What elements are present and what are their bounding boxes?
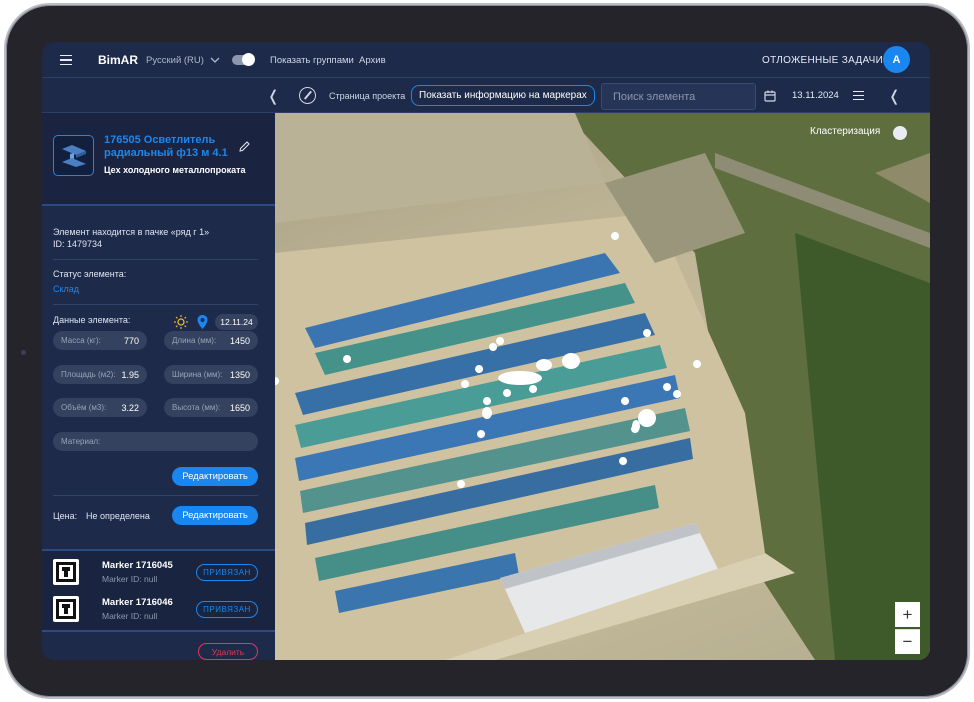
- height-label: Высота (мм):: [172, 403, 221, 412]
- volume-value: 3.22: [121, 402, 139, 413]
- width-label: Ширина (мм):: [172, 370, 223, 379]
- length-label: Длина (мм):: [172, 336, 217, 345]
- project-page-link[interactable]: Страница проекта: [329, 78, 405, 113]
- data-label: Данные элемента:: [53, 315, 131, 325]
- status-label: Статус элемента:: [53, 269, 127, 279]
- marker-bound-button[interactable]: ПРИВЯЗАН: [196, 601, 258, 618]
- toolbar: ❬ Страница проекта Показать информацию н…: [42, 78, 930, 113]
- mass-field[interactable]: Масса (кг): 770: [53, 331, 147, 350]
- camera-dot: [21, 350, 26, 355]
- width-field[interactable]: Ширина (мм): 1350: [164, 365, 258, 384]
- mass-label: Масса (кг):: [61, 336, 101, 345]
- hamburger-menu-icon[interactable]: [59, 42, 73, 78]
- steel-beam-icon: [53, 135, 94, 176]
- clustering-toggle[interactable]: [893, 126, 907, 140]
- brand-logo: BimAR: [98, 53, 139, 67]
- height-field[interactable]: Высота (мм): 1650: [164, 398, 258, 417]
- width-value: 1350: [229, 369, 250, 380]
- mass-value: 770: [123, 335, 139, 346]
- element-details-panel: 176505 Осветлитель радиальный ф13 м 4.1 …: [42, 113, 275, 660]
- volume-label: Объём (м3):: [61, 403, 107, 412]
- show-marker-info-button[interactable]: Показать информацию на маркерах: [411, 85, 595, 106]
- chevron-down-icon: [210, 57, 220, 63]
- language-label: Русский (RU): [146, 54, 204, 66]
- current-date[interactable]: 13.11.2024: [792, 78, 839, 113]
- zoom-in-button[interactable]: +: [895, 602, 920, 627]
- length-field[interactable]: Длина (мм): 1450: [164, 331, 258, 350]
- qr-marker-icon: [53, 559, 79, 585]
- location-text: Элемент находится в пачке «ряд г 1»: [53, 227, 210, 237]
- avatar[interactable]: A: [883, 46, 910, 73]
- top-bar: BimAR Русский (RU) Показать группами Арх…: [42, 42, 930, 78]
- edit-data-button[interactable]: Редактировать: [172, 467, 258, 486]
- language-select[interactable]: Русский (RU): [146, 42, 220, 78]
- length-value: 1450: [229, 335, 250, 346]
- chevron-left-icon[interactable]: ❬: [267, 78, 280, 113]
- markers-list: Marker 1716045 Marker ID: null ПРИВЯЗАН …: [42, 549, 275, 632]
- deferred-tasks-link[interactable]: ОТЛОЖЕННЫЕ ЗАДАЧИ: [762, 42, 883, 78]
- status-value[interactable]: Склад: [53, 284, 79, 294]
- compass-icon[interactable]: [299, 87, 316, 104]
- marker-name: Marker 1716045: [102, 560, 173, 571]
- clustering-label: Кластеризация: [810, 126, 881, 137]
- area-label: Площадь (м2):: [61, 370, 116, 379]
- element-workshop: Цех холодного металлопроката: [104, 165, 246, 175]
- app-screen: BimAR Русский (RU) Показать группами Арх…: [42, 42, 930, 660]
- divider: [53, 495, 258, 496]
- marker-name: Marker 1716046: [102, 597, 173, 608]
- pencil-icon[interactable]: [239, 139, 250, 157]
- calendar-icon[interactable]: [764, 78, 776, 113]
- area-field[interactable]: Площадь (м2): 1.95: [53, 365, 147, 384]
- edit-price-button[interactable]: Редактировать: [172, 506, 258, 525]
- aerial-map-image: [275, 113, 930, 660]
- archive-link[interactable]: Архив: [359, 42, 386, 78]
- material-label: Материал:: [61, 437, 101, 446]
- show-groups-label[interactable]: Показать группами: [270, 42, 354, 78]
- status-date: 12.11.24: [215, 314, 258, 330]
- area-value: 1.95: [121, 369, 139, 380]
- delete-button[interactable]: Удалить: [198, 643, 258, 660]
- element-title: 176505 Осветлитель радиальный ф13 м 4.1: [104, 134, 228, 159]
- volume-field[interactable]: Объём (м3): 3.22: [53, 398, 147, 417]
- divider: [53, 304, 258, 305]
- marker-id: Marker ID: null: [102, 611, 158, 621]
- qr-marker-icon: [53, 596, 79, 622]
- divider: [53, 259, 258, 260]
- marker-bound-button[interactable]: ПРИВЯЗАН: [196, 564, 258, 581]
- element-header: 176505 Осветлитель радиальный ф13 м 4.1 …: [42, 113, 275, 206]
- search-input[interactable]: Поиск элемента: [601, 83, 756, 110]
- price-label: Цена:: [53, 511, 78, 521]
- zoom-out-button[interactable]: −: [895, 629, 920, 654]
- height-value: 1650: [229, 402, 250, 413]
- price-value: Не определена: [86, 511, 150, 521]
- marker-id: Marker ID: null: [102, 574, 158, 584]
- map-view[interactable]: Кластеризация + −: [275, 113, 930, 660]
- list-menu-icon[interactable]: [853, 78, 864, 113]
- chevron-left-icon[interactable]: ❬: [888, 78, 901, 113]
- show-groups-toggle[interactable]: [232, 42, 255, 78]
- material-field[interactable]: Материал:: [53, 432, 258, 451]
- element-id: ID: 1479734: [53, 239, 103, 249]
